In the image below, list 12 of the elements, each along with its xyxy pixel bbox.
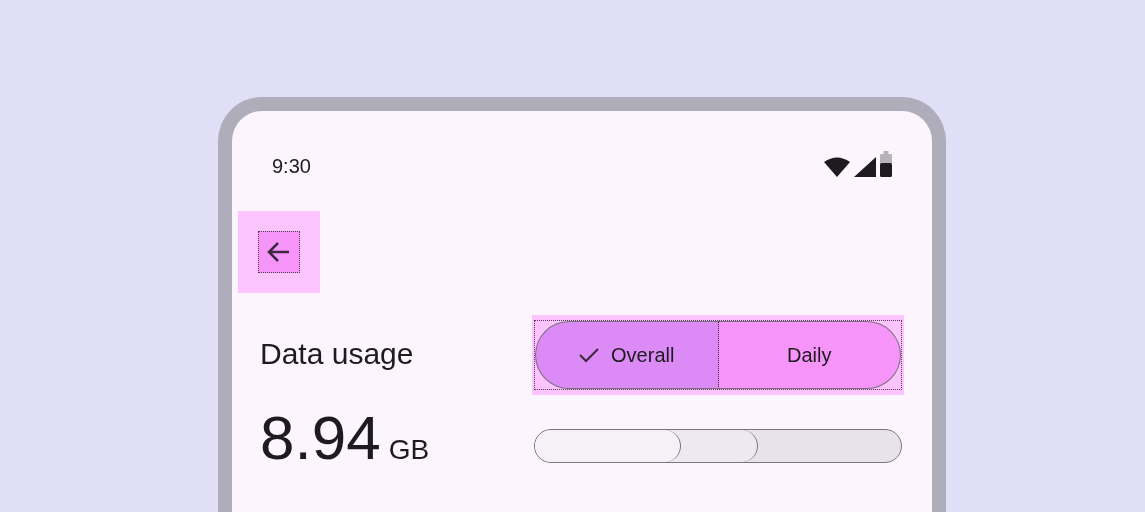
wifi-icon bbox=[824, 157, 850, 177]
segment-button[interactable]: Daily bbox=[718, 321, 901, 389]
check-icon bbox=[579, 347, 600, 363]
usage-unit: GB bbox=[388, 433, 430, 467]
page-title: Data usage bbox=[260, 336, 414, 372]
signal-icon bbox=[854, 157, 876, 177]
battery-icon bbox=[880, 151, 892, 177]
back-arrow-icon bbox=[267, 241, 291, 263]
status-time: 9:30 bbox=[272, 154, 311, 179]
segment-button[interactable]: Overall bbox=[535, 321, 719, 389]
usage-amount: 8.94 bbox=[260, 407, 381, 469]
back-button[interactable] bbox=[258, 231, 300, 273]
